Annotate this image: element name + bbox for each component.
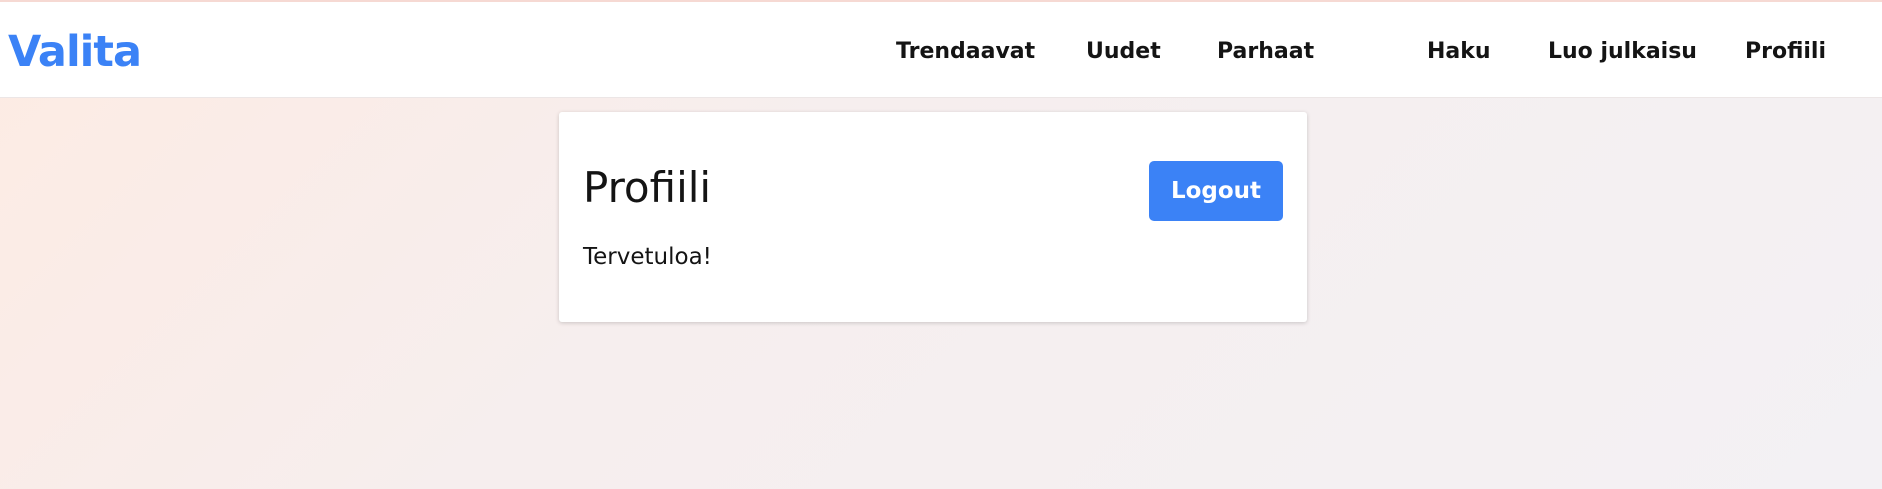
logout-button[interactable]: Logout (1149, 161, 1283, 221)
nav-link-profiili[interactable]: Profiili (1745, 37, 1826, 67)
nav-link-trendaavat[interactable]: Trendaavat (896, 37, 1035, 67)
nav-link-uudet[interactable]: Uudet (1086, 37, 1161, 67)
nav-link-luo-julkaisu[interactable]: Luo julkaisu (1548, 37, 1697, 67)
profile-card: Profiili Logout Tervetuloa! (559, 112, 1307, 322)
page-title: Profiili (583, 163, 712, 212)
brand-logo[interactable]: Valita (8, 26, 142, 78)
top-navbar: Valita Trendaavat Uudet Parhaat Haku Luo… (0, 2, 1882, 98)
welcome-text: Tervetuloa! (583, 244, 712, 270)
nav-link-parhaat[interactable]: Parhaat (1217, 37, 1314, 67)
nav-link-haku[interactable]: Haku (1427, 37, 1491, 67)
